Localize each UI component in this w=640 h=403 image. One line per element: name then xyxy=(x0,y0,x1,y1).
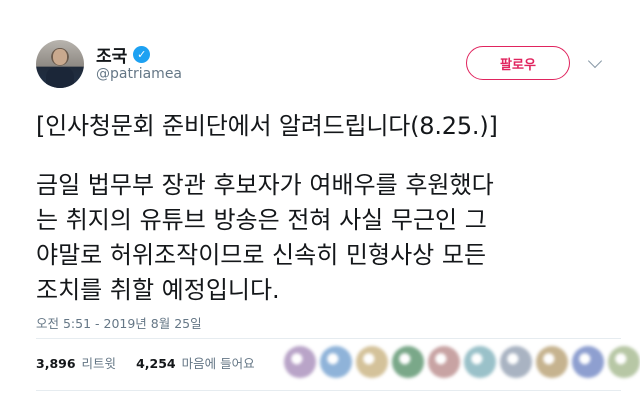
retweet-label[interactable]: 리트윗 xyxy=(82,353,117,372)
user-handle[interactable]: @patriamea xyxy=(96,66,182,82)
tweet-line: 야말로 허위조작이므로 신속히 민형사상 모든 xyxy=(36,241,487,269)
tweet-stats: 3,896 리트윗 4,254 마음에 들어요 xyxy=(36,353,255,372)
tweet-heading: [인사청문회 준비단에서 알려드립니다(8.25.)] xyxy=(36,112,498,140)
liker-avatar[interactable] xyxy=(572,346,604,378)
liker-avatar[interactable] xyxy=(356,346,388,378)
liker-avatar[interactable] xyxy=(392,346,424,378)
like-count[interactable]: 4,254 xyxy=(136,356,176,371)
liker-avatar[interactable] xyxy=(284,346,316,378)
like-label[interactable]: 마음에 들어요 xyxy=(182,353,255,372)
avatar-body xyxy=(46,67,74,88)
chevron-down-icon[interactable] xyxy=(587,53,603,69)
follow-button[interactable]: 팔로우 xyxy=(466,46,570,80)
divider xyxy=(36,338,621,339)
name-row: 조국 ✓ xyxy=(96,42,151,67)
tweet-body: 금일 법무부 장관 후보자가 여배우를 후원했다 는 취지의 유튜브 방송은 전… xyxy=(36,168,621,308)
tweet-line: 금일 법무부 장관 후보자가 여배우를 후원했다 xyxy=(36,171,494,199)
avatar[interactable] xyxy=(36,40,84,88)
divider xyxy=(36,390,621,391)
liker-avatars xyxy=(284,346,640,378)
tweet-line: 조치를 취할 예정입니다. xyxy=(36,276,280,304)
verified-badge-icon: ✓ xyxy=(133,46,151,63)
retweet-count[interactable]: 3,896 xyxy=(36,356,76,371)
liker-avatar[interactable] xyxy=(500,346,532,378)
liker-avatar[interactable] xyxy=(536,346,568,378)
tweet-card: 조국 ✓ @patriamea 팔로우 [인사청문회 준비단에서 알려드립니다(… xyxy=(0,0,640,403)
tweet-timestamp[interactable]: 오전 5:51 - 2019년 8월 25일 xyxy=(36,313,202,332)
liker-avatar[interactable] xyxy=(464,346,496,378)
liker-avatar[interactable] xyxy=(428,346,460,378)
tweet-line: 는 취지의 유튜브 방송은 전혀 사실 무근인 그 xyxy=(36,206,487,234)
liker-avatar[interactable] xyxy=(320,346,352,378)
user-name[interactable]: 조국 xyxy=(96,42,127,67)
liker-avatar[interactable] xyxy=(608,346,640,378)
avatar-face xyxy=(53,49,67,65)
